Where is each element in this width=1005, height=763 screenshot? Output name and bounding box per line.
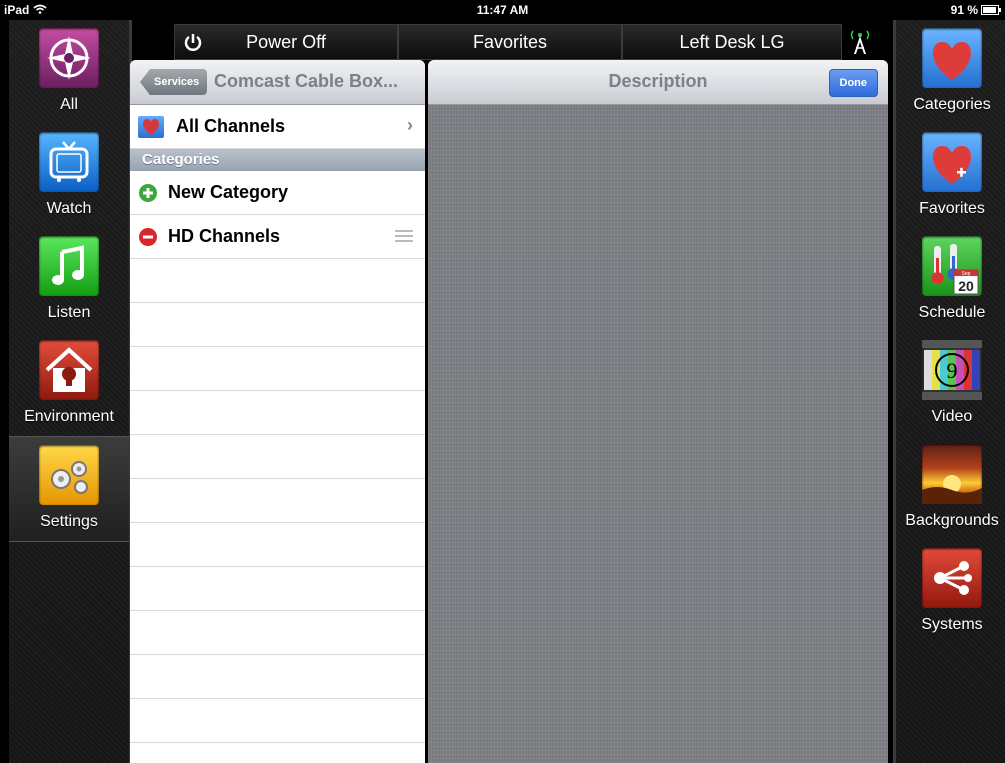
nav-item-video[interactable]: 9 Video — [896, 332, 1005, 436]
power-label: Power Off — [246, 32, 326, 52]
favorites-button[interactable]: Favorites — [398, 24, 622, 60]
empty-row — [130, 611, 425, 655]
detail-panel: Description Done — [428, 60, 888, 763]
gears-icon — [39, 445, 99, 505]
share-network-icon — [922, 548, 982, 608]
all-channels-label: All Channels — [176, 116, 286, 136]
nav-item-backgrounds[interactable]: Backgrounds — [896, 436, 1005, 540]
nav-item-categories[interactable]: Categories — [896, 20, 1005, 124]
nav-item-environment[interactable]: Environment — [9, 332, 129, 436]
antenna-icon[interactable] — [847, 26, 873, 56]
countdown-number: 9 — [947, 358, 958, 383]
empty-row — [130, 347, 425, 391]
detail-title: Description — [608, 71, 708, 91]
master-panel: Services Comcast Cable Box... All Channe… — [130, 60, 425, 763]
empty-row — [130, 655, 425, 699]
delete-icon[interactable] — [138, 227, 158, 247]
empty-row — [130, 435, 425, 479]
status-time: 11:47 AM — [476, 3, 529, 17]
nav-label: Favorites — [919, 200, 985, 217]
music-note-icon — [39, 236, 99, 296]
heart-plus-icon — [922, 132, 982, 192]
calendar-day: 20 — [958, 278, 974, 294]
master-navbar: Services Comcast Cable Box... — [130, 60, 425, 105]
tv-icon — [39, 132, 99, 192]
nav-label: Watch — [46, 200, 92, 217]
chevron-right-icon: › — [407, 115, 413, 135]
section-header-categories: Categories — [130, 149, 425, 171]
nav-label: Listen — [47, 304, 91, 321]
new-category-label: New Category — [168, 182, 289, 202]
nav-label: Schedule — [918, 304, 986, 321]
calendar-month: Sep — [962, 271, 971, 277]
nav-label: Settings — [40, 513, 98, 530]
nav-item-listen[interactable]: Listen — [9, 228, 129, 332]
all-channels-row[interactable]: All Channels › — [130, 105, 425, 149]
heart-icon — [138, 115, 164, 138]
sunset-icon — [922, 444, 982, 504]
new-category-row[interactable]: New Category — [130, 171, 425, 215]
services-back-button[interactable]: Services — [140, 69, 208, 95]
left-sidebar: All Watch Listen Environment Settings — [9, 20, 132, 763]
room-button[interactable]: Left Desk LG — [622, 24, 842, 60]
power-off-button[interactable]: Power Off — [174, 24, 398, 60]
nav-label: Systems — [921, 616, 983, 633]
empty-row — [130, 259, 425, 303]
nav-item-systems[interactable]: Systems — [896, 540, 1005, 644]
thermometer-calendar-icon: Sep 20 — [922, 236, 982, 296]
status-bar: iPad 11:47 AM 91 % — [0, 0, 1005, 20]
nav-item-favorites[interactable]: Favorites — [896, 124, 1005, 228]
add-icon[interactable] — [138, 183, 158, 203]
nav-label: Categories — [913, 96, 991, 113]
empty-row — [130, 743, 425, 763]
top-toolbar: Power Off Favorites Left Desk LG — [132, 20, 890, 62]
nav-item-schedule[interactable]: Sep 20 Schedule — [896, 228, 1005, 332]
nav-item-settings[interactable]: Settings — [9, 436, 129, 542]
nav-label: Video — [931, 408, 973, 425]
detail-navbar: Description Done — [428, 60, 888, 105]
empty-row — [130, 303, 425, 347]
empty-row — [130, 699, 425, 743]
room-label: Left Desk LG — [679, 32, 785, 52]
battery-percent: 91 % — [950, 3, 978, 17]
empty-row — [130, 391, 425, 435]
nav-label: All — [60, 96, 78, 113]
reorder-handle-icon[interactable] — [395, 230, 413, 248]
compass-icon — [39, 28, 99, 88]
master-title: Comcast Cable Box... — [214, 71, 399, 91]
battery-icon — [981, 5, 1001, 15]
done-button[interactable]: Done — [828, 69, 878, 97]
nav-label: Backgrounds — [905, 512, 999, 529]
house-bulb-icon — [39, 340, 99, 400]
status-right: 91 % — [950, 3, 1001, 17]
empty-row — [130, 479, 425, 523]
favorites-label: Favorites — [472, 32, 548, 52]
empty-row — [130, 523, 425, 567]
right-sidebar: Categories Favorites Sep 20 Schedule 9 V… — [893, 20, 1005, 763]
film-countdown-icon: 9 — [922, 340, 982, 400]
nav-item-all[interactable]: All — [9, 20, 129, 124]
hd-channels-row[interactable]: HD Channels — [130, 215, 425, 259]
heart-icon — [922, 28, 982, 88]
nav-item-watch[interactable]: Watch — [9, 124, 129, 228]
hd-channels-label: HD Channels — [168, 226, 281, 246]
empty-row — [130, 567, 425, 611]
nav-label: Environment — [24, 408, 114, 425]
